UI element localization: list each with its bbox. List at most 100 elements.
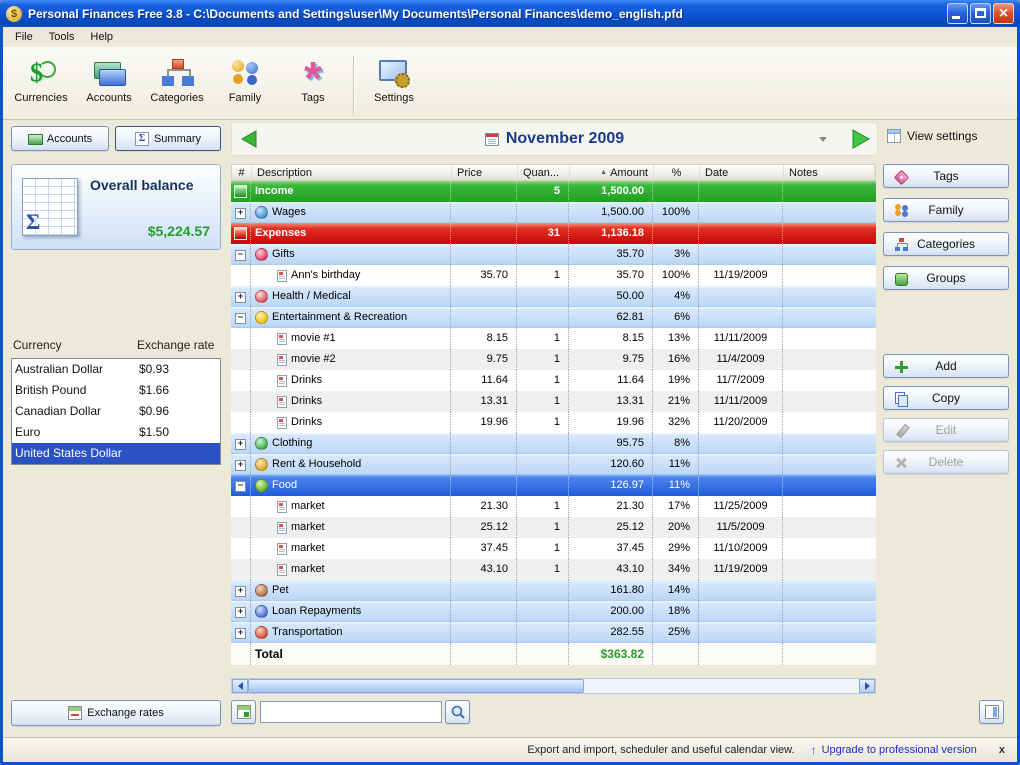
category-row[interactable]: + Health / Medical 50.00 4% <box>231 286 876 307</box>
expand-icon[interactable]: + <box>235 208 246 219</box>
amount-cell: 126.97 <box>569 475 653 496</box>
collapse-icon[interactable]: − <box>235 313 246 324</box>
column-header-notes[interactable]: Notes <box>784 165 875 180</box>
exchange-rates-button[interactable]: Exchange rates <box>11 700 221 726</box>
categories-button[interactable]: Categories <box>883 232 1009 256</box>
item-row[interactable]: movie #2 9.75 1 9.75 16% 11/4/2009 <box>231 349 876 370</box>
row-description: Transportation <box>272 626 343 638</box>
item-row[interactable]: Drinks 13.31 1 13.31 21% 11/11/2009 <box>231 391 876 412</box>
percent-cell: 13% <box>653 328 699 349</box>
item-row[interactable]: market 37.45 1 37.45 29% 11/10/2009 <box>231 538 876 559</box>
menu-file[interactable]: File <box>7 28 41 46</box>
column-header-amount[interactable]: ▲ Amount <box>570 165 654 180</box>
category-row[interactable]: − Food 126.97 11% <box>231 475 876 496</box>
next-month-button[interactable] <box>843 123 877 155</box>
toolbar-currencies-button[interactable]: Currencies <box>7 52 75 109</box>
item-row[interactable]: Drinks 19.96 1 19.96 32% 11/20/2009 <box>231 412 876 433</box>
rate-column-header: Exchange rate <box>137 338 215 352</box>
expand-icon[interactable]: + <box>235 292 246 303</box>
button-label: Tags <box>933 169 959 183</box>
column-header-quantity[interactable]: Quan... <box>518 165 570 180</box>
column-header-number[interactable]: # <box>232 165 252 180</box>
groups-icon <box>894 272 908 286</box>
collapse-icon[interactable]: − <box>235 250 246 261</box>
copy-button[interactable]: Copy <box>883 386 1009 410</box>
column-header-percent[interactable]: % <box>654 165 700 180</box>
search-button[interactable] <box>445 700 470 724</box>
date-cell <box>699 580 783 601</box>
menu-tools[interactable]: Tools <box>41 28 83 46</box>
toolbar-settings-button[interactable]: Settings <box>360 52 428 109</box>
toolbar-tags-button[interactable]: Tags <box>279 52 347 109</box>
tags-button[interactable]: Tags <box>883 164 1009 188</box>
add-button[interactable]: Add <box>883 354 1009 378</box>
family-button[interactable]: Family <box>883 198 1009 222</box>
record-icon <box>277 269 287 282</box>
item-row[interactable]: Drinks 11.64 1 11.64 19% 11/7/2009 <box>231 370 876 391</box>
search-input[interactable] <box>260 701 442 723</box>
item-row[interactable]: movie #1 8.15 1 8.15 13% 11/11/2009 <box>231 328 876 349</box>
upgrade-link[interactable]: ↑ Upgrade to professional version <box>811 743 977 757</box>
scrollbar-track[interactable] <box>248 679 859 693</box>
description-cell: Entertainment & Recreation <box>251 307 451 328</box>
category-row[interactable]: + Pet 161.80 14% <box>231 580 876 601</box>
horizontal-scrollbar[interactable] <box>231 678 876 694</box>
view-settings-button[interactable]: View settings <box>887 129 977 143</box>
currency-row[interactable]: Australian Dollar $0.93 <box>12 359 220 380</box>
toggle-right-panel-button[interactable] <box>979 700 1004 724</box>
income-row[interactable]: Income 5 1,500.00 <box>231 181 876 202</box>
price-cell <box>451 475 517 496</box>
total-row: Total $363.82 <box>231 643 876 665</box>
currency-row[interactable]: British Pound $1.66 <box>12 380 220 401</box>
collapse-icon[interactable]: − <box>235 481 246 492</box>
scrollbar-thumb[interactable] <box>248 679 585 693</box>
item-row[interactable]: market 21.30 1 21.30 17% 11/25/2009 <box>231 496 876 517</box>
settings-icon <box>377 56 411 90</box>
toggle-left-panel-button[interactable] <box>231 700 256 724</box>
scroll-right-button[interactable] <box>859 679 875 693</box>
status-close-button[interactable]: x <box>999 744 1005 756</box>
period-selector[interactable]: November 2009 <box>266 130 843 148</box>
item-row[interactable]: market 25.12 1 25.12 20% 11/5/2009 <box>231 517 876 538</box>
scroll-left-button[interactable] <box>232 679 248 693</box>
previous-month-button[interactable] <box>232 123 266 155</box>
expand-icon[interactable]: + <box>235 586 246 597</box>
accounts-view-button[interactable]: Accounts <box>11 126 109 151</box>
period-dropdown-arrow-icon[interactable] <box>819 137 827 142</box>
amount-cell: 62.81 <box>569 307 653 328</box>
summary-view-button[interactable]: Summary <box>115 126 221 151</box>
menu-help[interactable]: Help <box>82 28 121 46</box>
description-cell: Clothing <box>251 433 451 454</box>
item-row[interactable]: market 43.10 1 43.10 34% 11/19/2009 <box>231 559 876 580</box>
column-header-description[interactable]: Description <box>252 165 452 180</box>
close-button[interactable] <box>993 3 1014 24</box>
currency-row[interactable]: United States Dollar <box>12 443 220 464</box>
toolbar-family-button[interactable]: Family <box>211 52 279 109</box>
column-header-date[interactable]: Date <box>700 165 784 180</box>
expand-icon[interactable]: + <box>235 439 246 450</box>
toolbar-categories-button[interactable]: Categories <box>143 52 211 109</box>
item-row[interactable]: Ann's birthday 35.70 1 35.70 100% 11/19/2009 <box>231 265 876 286</box>
health-icon <box>255 290 268 303</box>
category-row[interactable]: + Loan Repayments 200.00 18% <box>231 601 876 622</box>
amount-cell: 200.00 <box>569 601 653 622</box>
category-row[interactable]: − Entertainment & Recreation 62.81 6% <box>231 307 876 328</box>
category-row[interactable]: + Rent & Household 120.60 11% <box>231 454 876 475</box>
category-row[interactable]: + Wages 1,500.00 100% <box>231 202 876 223</box>
row-description: market <box>291 521 325 533</box>
currency-row[interactable]: Euro $1.50 <box>12 422 220 443</box>
notes-cell <box>783 433 876 454</box>
maximize-button[interactable] <box>970 3 991 24</box>
currency-row[interactable]: Canadian Dollar $0.96 <box>12 401 220 422</box>
column-header-price[interactable]: Price <box>452 165 518 180</box>
category-row[interactable]: + Clothing 95.75 8% <box>231 433 876 454</box>
expand-icon[interactable]: + <box>235 607 246 618</box>
expand-icon[interactable]: + <box>235 628 246 639</box>
expand-icon[interactable]: + <box>235 460 246 471</box>
category-row[interactable]: + Transportation 282.55 25% <box>231 622 876 643</box>
expenses-row[interactable]: Expenses 31 1,136.18 <box>231 223 876 244</box>
toolbar-accounts-button[interactable]: Accounts <box>75 52 143 109</box>
category-row[interactable]: − Gifts 35.70 3% <box>231 244 876 265</box>
groups-button[interactable]: Groups <box>883 266 1009 290</box>
minimize-button[interactable] <box>947 3 968 24</box>
